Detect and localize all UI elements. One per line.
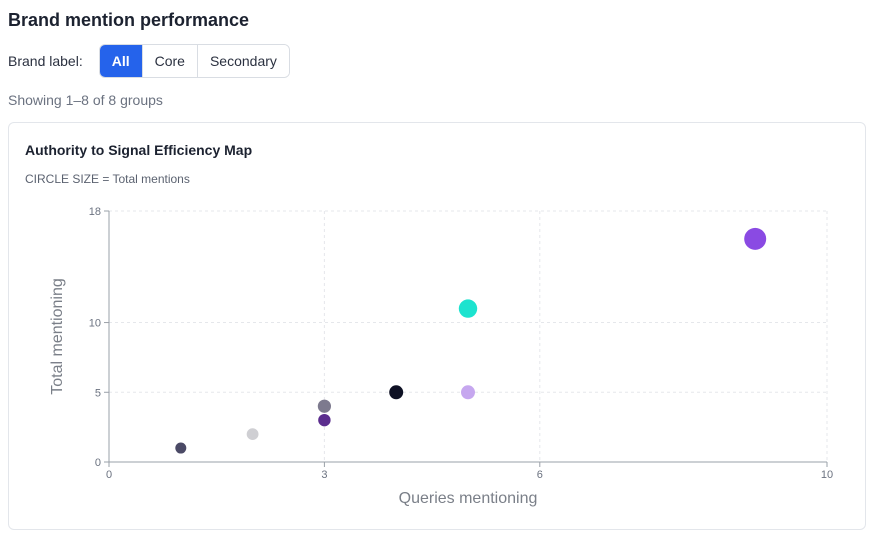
data-point xyxy=(458,299,478,318)
filter-label: Brand label: xyxy=(8,53,83,69)
results-count: Showing 1–8 of 8 groups xyxy=(8,92,163,108)
scatter-chart: 0 3 6 10 0 5 10 18 Queries mentioning Total menti… xyxy=(49,206,833,507)
y-axis-label: Total mentioning xyxy=(49,278,66,395)
y-tick-label: 0 xyxy=(95,457,101,469)
y-tick-label: 5 xyxy=(95,387,101,399)
data-point xyxy=(175,442,187,454)
data-point xyxy=(318,413,331,427)
chart-card: Authority to Signal Efficiency Map CIRCL… xyxy=(8,122,866,530)
brand-label-segmented-control: All Core Secondary xyxy=(98,44,290,78)
x-tick-label: 3 xyxy=(321,469,327,481)
page-title: Brand mention performance xyxy=(8,10,250,30)
data-point xyxy=(744,227,767,250)
filter-secondary-button[interactable]: Secondary xyxy=(197,45,289,77)
data-point xyxy=(461,385,475,400)
filter-core-button[interactable]: Core xyxy=(142,45,198,77)
x-axis-label: Queries mentioning xyxy=(399,490,538,507)
x-tick-label: 0 xyxy=(106,469,112,481)
x-tick-label: 6 xyxy=(537,469,543,481)
y-tick-label: 10 xyxy=(89,318,101,330)
data-point xyxy=(389,385,404,400)
brand-label-filter: Brand label: All Core Secondary xyxy=(8,44,290,78)
x-tick-label: 10 xyxy=(821,469,833,481)
data-point xyxy=(246,428,259,441)
y-tick-label: 18 xyxy=(89,206,101,218)
filter-all-button[interactable]: All xyxy=(99,45,143,77)
data-point xyxy=(317,399,331,413)
